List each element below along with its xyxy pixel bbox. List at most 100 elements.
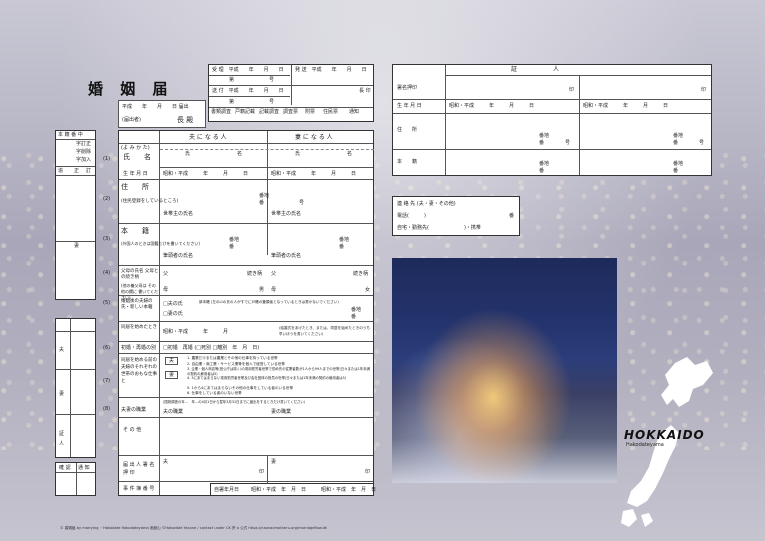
husband-occupation[interactable]: 夫の職業: [163, 409, 183, 415]
wife-family-name: 氏: [295, 151, 301, 157]
witness2-address-banchi: 番地: [673, 133, 684, 139]
other-label: そ の 他: [123, 427, 142, 433]
notify-notice: 通 知: [78, 465, 90, 471]
witness2-honseki-banchi: 番地: [673, 161, 684, 167]
wife-given-name: 名: [347, 151, 353, 157]
reception-check-5: 住民票: [323, 109, 339, 115]
husband-birth[interactable]: 昭和・平成 年 月 日: [163, 171, 248, 177]
name-label: 氏 名: [123, 153, 151, 161]
reception-check-4: 附票: [305, 109, 316, 115]
witness1-seal[interactable]: 印: [569, 87, 574, 93]
footer-credit: © 婚姻届 by marrying ・Hakodate Hakodateyama…: [60, 526, 327, 530]
side-item-0: 追: [58, 168, 64, 174]
side-lower-husband: 夫: [59, 347, 65, 353]
occupation-note: (国勢調査の年… 年…の4月1日から翌年3月31日までに届出をするときだけ書いて…: [163, 400, 306, 404]
wife-relation: 続き柄: [353, 271, 369, 277]
brand-name: HOKKAIDO: [624, 428, 705, 442]
husband-seal[interactable]: 印: [259, 469, 264, 475]
side-lower-witness: 証: [59, 431, 65, 437]
recipient-label: 長 殿: [177, 116, 194, 124]
after-option-husband[interactable]: □夫の氏: [163, 301, 183, 307]
reception-check-6: 通知: [349, 109, 360, 115]
husband-sign-label: 夫: [163, 459, 169, 465]
husband-family-name: 氏: [185, 151, 191, 157]
after-option-wife[interactable]: □妻の氏: [163, 311, 183, 317]
witness-title: 証 人: [511, 66, 560, 73]
self-date-label: 自署年月日: [214, 487, 240, 493]
row-number-8: (8): [103, 406, 111, 412]
honseki-note: (外国人のときは国籍だけを書いてください): [121, 241, 200, 246]
witness-birth-label: 生 年 月 日: [397, 103, 422, 109]
household-label: 同居を始める前の夫婦のそれぞれの世帯のおもな仕事と: [121, 358, 157, 384]
case-number-label: 事 件 簿 番 号: [123, 486, 155, 492]
row-number-7: (7): [103, 378, 111, 384]
husband-relation: 続き柄: [247, 271, 263, 277]
side-lower-wife: 妻: [59, 391, 65, 397]
self-date-wife[interactable]: 昭和・平成 年 月 日: [321, 487, 376, 493]
wife-header: 妻 に な る 人: [295, 134, 333, 141]
witness2-address-go: 号: [699, 140, 705, 146]
witness2-address-ban: 番: [673, 140, 679, 146]
filing-note: (届出者): [122, 117, 141, 123]
wife-hittousha: 筆頭者の氏名: [271, 253, 302, 259]
contact-phone[interactable]: 電話( ): [397, 213, 426, 219]
filing-date[interactable]: 平成 年 月 日 届出: [122, 104, 189, 110]
reception-sent: 送 付 平成 年 月 日: [212, 88, 284, 94]
wife-birth[interactable]: 昭和・平成 年 月 日: [271, 171, 356, 177]
new-honseki-banchi: 番地: [351, 307, 362, 313]
wife-father: 父: [271, 271, 277, 277]
notify-confirm: 確 認: [59, 465, 71, 471]
witness-box: 証 人 署名押印 印 印 生 年 月 日 昭和・平成 年 月 日 昭和・平成 年…: [392, 64, 712, 176]
husband-header: 夫 に な る 人: [189, 134, 227, 141]
reception-head: 長 印: [359, 88, 371, 94]
wife-householder: 世帯主の氏名: [271, 211, 302, 217]
witness2-seal[interactable]: 印: [701, 87, 706, 93]
reception-number-1: 第 号: [229, 77, 275, 83]
household-item-6: 6. 仕事をしている者のいない世帯: [187, 391, 242, 395]
side-bottom: 妻: [74, 243, 80, 249]
husband-father: 父: [163, 271, 169, 277]
occupation-label: 夫妻の職業: [121, 407, 147, 413]
cohabit-value[interactable]: 昭和・平成 年 月: [163, 329, 228, 335]
wife-honseki-ban: 番: [339, 244, 345, 250]
wife-seal[interactable]: 印: [365, 469, 370, 475]
honseki-banchi: 番地: [229, 237, 240, 243]
address-label: 住 所: [121, 183, 149, 191]
hakodate-night-photo: [392, 258, 617, 483]
birth-label: 生 年 月 日: [123, 171, 148, 177]
wife-occupation[interactable]: 妻の職業: [271, 409, 291, 415]
witness1-address-banchi: 番地: [539, 133, 550, 139]
side-header: 本 籍 番 中: [58, 132, 83, 138]
witness1-honseki-ban: 番: [539, 168, 545, 174]
japan-map-icon: [621, 357, 713, 527]
household-wife[interactable]: 妻: [165, 371, 179, 379]
wife-sign-label: 妻: [271, 459, 277, 465]
self-date-box: 自署年月日 昭和・平成 年 月 日 昭和・平成 年 月 日: [210, 483, 376, 496]
witness-sign-label: 署名押印: [397, 85, 418, 91]
cohabit-note: (結婚式をあげたとき、または、同居を始めたときのうち早いほうを書いてください): [279, 326, 370, 336]
household-husband[interactable]: 夫: [165, 357, 179, 365]
side-col-2: 字加入: [76, 157, 92, 163]
parents-label: 父母の氏名 父母との続き柄: [121, 269, 159, 280]
witness2-birth[interactable]: 昭和・平成 年 月 日: [583, 103, 668, 109]
side-col-1: 字削除: [76, 149, 92, 155]
brand-place: Hakodateyama: [626, 442, 664, 448]
address-banchi: 番地: [259, 193, 270, 199]
reception-received: 受 理 平成 年 月 日: [212, 67, 284, 73]
witness1-honseki-banchi: 番地: [539, 161, 550, 167]
household-item-4: 4. 3にあてはまらない常用勤労者世帯及び会社団体の役員の世帯(日々または1年未…: [187, 376, 347, 380]
witness1-birth[interactable]: 昭和・平成 年 月 日: [449, 103, 534, 109]
contact-type[interactable]: 自宅・勤務先( )・携帯: [397, 225, 481, 231]
household-item-3: 3. 企業・個人商店等(官公庁は除く)の常用勤労者世帯で勤め先の従業者数が1人か…: [187, 367, 371, 376]
reception-dispatch: 発 送 平成 年 月 日: [295, 67, 367, 73]
side-item-2: 訂: [86, 168, 92, 174]
address-ban: 番: [259, 200, 265, 206]
row-number-6: (6): [103, 345, 111, 351]
contact-phone-end: 番: [509, 213, 515, 219]
row-number-4: (4): [103, 270, 111, 276]
main-form: 夫 に な る 人 妻 に な る 人 (よ み か た) 氏 名 氏 名 氏 …: [118, 130, 374, 496]
self-date-husband[interactable]: 昭和・平成 年 月 日: [251, 487, 306, 493]
first-marriage-options[interactable]: □初婚 再婚 (□死別 □離別 年 月 日): [163, 345, 259, 351]
husband-householder: 世帯主の氏名: [163, 211, 194, 217]
reception-check-2: 記載調査: [259, 109, 280, 115]
